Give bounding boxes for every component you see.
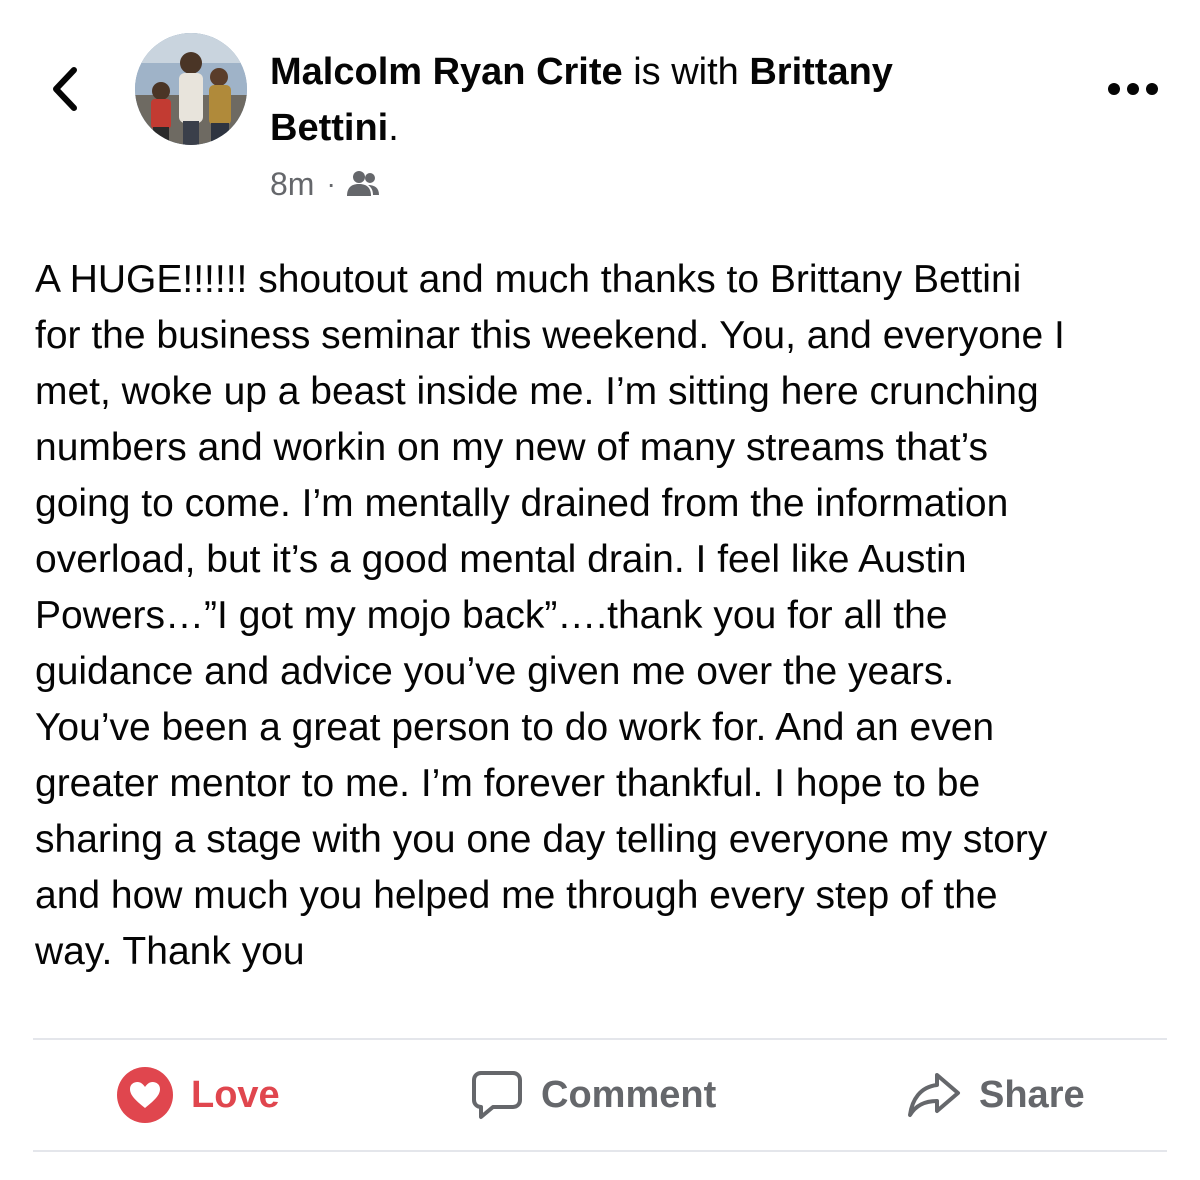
post-action-bar: Love Comment Share	[33, 1040, 1167, 1150]
post-text-line: guidance and advice you’ve given me over…	[35, 650, 955, 693]
share-button[interactable]: Share	[907, 1040, 1085, 1150]
chevron-left-icon	[53, 67, 77, 111]
avatar[interactable]	[135, 33, 247, 145]
with-connector: is with	[633, 51, 739, 93]
post-text-line: for the business seminar this weekend. Y…	[35, 314, 1065, 357]
post-text-line: sharing a stage with you one day telling…	[35, 818, 1048, 861]
divider	[33, 1150, 1167, 1152]
meta-separator: ·	[326, 168, 336, 199]
heart-icon	[117, 1067, 173, 1123]
more-horizontal-icon	[1108, 83, 1158, 95]
love-label: Love	[191, 1073, 280, 1116]
post-text-line: met, woke up a beast inside me. I’m sitt…	[35, 370, 1039, 413]
post-meta: 8m ·	[270, 160, 380, 208]
post-header: Malcolm Ryan Crite is with Brittany Bett…	[270, 44, 1010, 156]
post-text-line: and how much you helped me through every…	[35, 874, 998, 917]
tagged-suffix: .	[388, 107, 399, 149]
comment-bubble-icon	[472, 1071, 522, 1119]
post-timestamp[interactable]: 8m	[270, 166, 314, 203]
share-label: Share	[979, 1073, 1085, 1116]
author-name-link[interactable]: Malcolm Ryan Crite	[270, 51, 623, 93]
comment-label: Comment	[541, 1073, 717, 1116]
share-arrow-icon	[908, 1073, 960, 1117]
more-options-button[interactable]	[1104, 72, 1162, 106]
post-text-line: overload, but it’s a good mental drain. …	[35, 538, 967, 581]
post-text-line: way. Thank you	[35, 930, 305, 973]
post-text: A HUGE!!!!!! shoutout and much thanks to…	[35, 252, 1175, 980]
back-button[interactable]	[40, 58, 90, 120]
friends-icon[interactable]	[346, 169, 380, 199]
profile-photo	[135, 33, 247, 145]
post-text-line: A HUGE!!!!!! shoutout and much thanks to…	[35, 258, 1022, 301]
post-text-line: going to come. I’m mentally drained from…	[35, 482, 1009, 525]
post-text-line: Powers…”I got my mojo back”….thank you f…	[35, 594, 948, 637]
love-button[interactable]: Love	[117, 1040, 280, 1150]
post-text-line: You’ve been a great person to do work fo…	[35, 706, 995, 749]
comment-button[interactable]: Comment	[471, 1040, 716, 1150]
post-text-line: numbers and workin on my new of many str…	[35, 426, 989, 469]
post-text-line: greater mentor to me. I’m forever thankf…	[35, 762, 981, 805]
